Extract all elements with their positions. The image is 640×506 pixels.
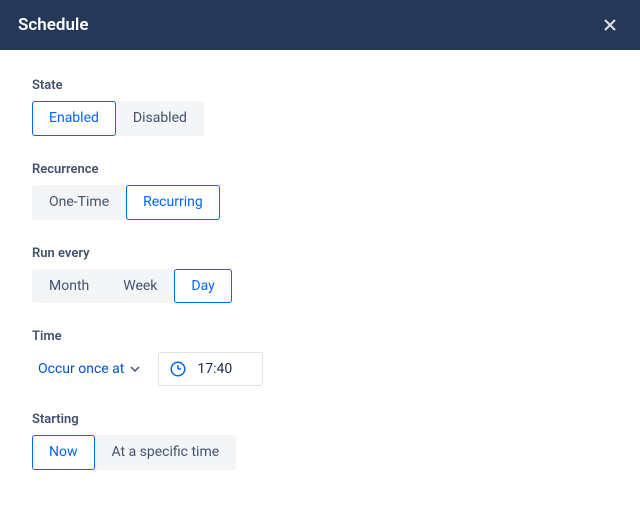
- run-every-option-week[interactable]: Week: [106, 269, 174, 304]
- clock-icon: [169, 360, 187, 378]
- run-every-field: Run every Month Week Day: [32, 246, 608, 304]
- time-mode-label: Occur once at: [38, 361, 124, 377]
- starting-label: Starting: [32, 412, 608, 427]
- time-value-input[interactable]: [197, 361, 247, 377]
- starting-option-specific[interactable]: At a specific time: [95, 435, 237, 470]
- close-button[interactable]: [598, 13, 622, 37]
- recurrence-option-onetime[interactable]: One-Time: [32, 185, 126, 220]
- close-icon: [602, 17, 618, 33]
- run-every-option-month[interactable]: Month: [32, 269, 106, 304]
- time-mode-dropdown[interactable]: Occur once at: [32, 353, 148, 385]
- recurrence-option-recurring[interactable]: Recurring: [126, 185, 220, 220]
- run-every-segmented: Month Week Day: [32, 269, 232, 304]
- time-input-wrapper[interactable]: [158, 352, 263, 386]
- state-segmented: Enabled Disabled: [32, 101, 204, 136]
- run-every-label: Run every: [32, 246, 608, 261]
- time-row: Occur once at: [32, 352, 608, 386]
- dialog-title: Schedule: [18, 15, 89, 35]
- chevron-down-icon: [130, 364, 140, 374]
- recurrence-segmented: One-Time Recurring: [32, 185, 220, 220]
- time-label: Time: [32, 329, 608, 344]
- time-field: Time Occur once at: [32, 329, 608, 386]
- starting-field: Starting Now At a specific time: [32, 412, 608, 470]
- run-every-option-day[interactable]: Day: [174, 269, 231, 304]
- starting-segmented: Now At a specific time: [32, 435, 236, 470]
- state-option-disabled[interactable]: Disabled: [116, 101, 204, 136]
- dialog-body: State Enabled Disabled Recurrence One-Ti…: [0, 50, 640, 500]
- starting-option-now[interactable]: Now: [32, 435, 95, 470]
- state-label: State: [32, 78, 608, 93]
- dialog-header: Schedule: [0, 0, 640, 50]
- recurrence-field: Recurrence One-Time Recurring: [32, 162, 608, 220]
- recurrence-label: Recurrence: [32, 162, 608, 177]
- state-field: State Enabled Disabled: [32, 78, 608, 136]
- state-option-enabled[interactable]: Enabled: [32, 101, 116, 136]
